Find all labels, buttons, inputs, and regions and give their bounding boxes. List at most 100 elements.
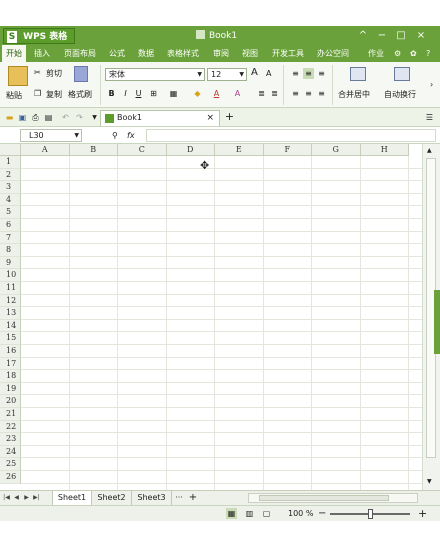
tab-book1[interactable]: Book1 × xyxy=(100,110,220,126)
row-header-19[interactable]: 19 xyxy=(0,382,21,396)
spreadsheet-grid[interactable]: A B C D E F G H 1 2 3 4 5 6 7 8 9 10 11 12 13 14 15 16 17 18 19 20 2… xyxy=(0,144,422,490)
font-color-icon[interactable]: A xyxy=(211,88,222,99)
borders-icon[interactable]: ⊞ xyxy=(148,88,159,99)
page-layout-view-icon[interactable]: ▢ xyxy=(261,508,272,519)
menu-data[interactable]: 数据 xyxy=(134,45,158,62)
menu-developer[interactable]: 开发工具 xyxy=(268,45,308,62)
save-icon[interactable]: ▣ xyxy=(17,112,28,123)
horizontal-scrollbar[interactable] xyxy=(248,493,418,503)
app-logo-button[interactable]: S WPS 表格 ▼ xyxy=(3,28,75,57)
zoom-in-button[interactable]: + xyxy=(418,507,427,520)
copy-button[interactable]: 复制 xyxy=(46,89,62,100)
grow-font-button[interactable]: A xyxy=(251,67,258,78)
merge-center-icon[interactable] xyxy=(350,67,366,81)
row-header-5[interactable]: 5 xyxy=(0,206,21,219)
help-button[interactable]: ? xyxy=(422,45,434,62)
format-painter-icon[interactable] xyxy=(74,66,88,82)
align-center-icon[interactable]: ≡ xyxy=(303,88,314,99)
column-header-g[interactable]: G xyxy=(312,144,361,156)
print-preview-icon[interactable]: ▤ xyxy=(43,112,54,123)
menu-view[interactable]: 视图 xyxy=(238,45,262,62)
bold-button[interactable]: B xyxy=(106,88,117,99)
column-header-a[interactable]: A xyxy=(21,144,70,156)
first-sheet-icon[interactable]: |◀ xyxy=(2,491,11,505)
row-header-23[interactable]: 23 xyxy=(0,433,21,446)
scissors-icon[interactable]: ✂ xyxy=(34,68,41,77)
cut-button[interactable]: 剪切 xyxy=(46,68,62,79)
horizontal-scroll-thumb[interactable] xyxy=(259,495,389,501)
column-header-b[interactable]: B xyxy=(69,144,118,156)
more-sheets-button[interactable]: ··· xyxy=(172,491,186,505)
row-header-22[interactable]: 22 xyxy=(0,420,21,434)
sheet-tab-sheet2[interactable]: Sheet2 xyxy=(92,491,132,505)
align-left-icon[interactable]: ≡ xyxy=(290,88,301,99)
row-header-10[interactable]: 10 xyxy=(0,269,21,282)
paste-icon[interactable] xyxy=(8,66,28,86)
maximize-button[interactable]: □ xyxy=(392,28,410,44)
font-size-select[interactable]: 12 ▼ xyxy=(207,68,247,81)
formula-input[interactable] xyxy=(146,129,436,142)
column-header-f[interactable]: F xyxy=(263,144,312,156)
merge-center-button[interactable]: 合并居中 xyxy=(338,89,370,100)
prev-sheet-icon[interactable]: ◀ xyxy=(12,491,21,505)
menu-office-space[interactable]: 办公空间 xyxy=(313,45,353,62)
menu-insert[interactable]: 插入 xyxy=(30,45,54,62)
row-header-24[interactable]: 24 xyxy=(0,445,21,459)
menu-table-style[interactable]: 表格样式 xyxy=(163,45,203,62)
row-header-6[interactable]: 6 xyxy=(0,219,21,232)
row-header-17[interactable]: 17 xyxy=(0,357,21,371)
sheet-tab-sheet1[interactable]: Sheet1 xyxy=(52,491,92,505)
align-top-icon[interactable]: ≡ xyxy=(290,68,301,79)
menu-user[interactable]: 作业 xyxy=(364,45,388,62)
underline-button[interactable]: U xyxy=(133,88,144,99)
row-header-7[interactable]: 7 xyxy=(0,231,21,245)
print-icon[interactable]: ⎙ xyxy=(30,112,41,123)
close-button[interactable]: × xyxy=(412,28,430,44)
zoom-slider-thumb[interactable] xyxy=(368,509,373,519)
next-sheet-icon[interactable]: ▶ xyxy=(22,491,31,505)
insert-function-button[interactable]: fx xyxy=(127,129,135,142)
row-header-15[interactable]: 15 xyxy=(0,332,21,345)
row-header-3[interactable]: 3 xyxy=(0,181,21,194)
fill-color-icon[interactable]: ◆ xyxy=(192,88,203,99)
align-right-icon[interactable]: ≡ xyxy=(316,88,327,99)
skin-icon[interactable]: ✿ xyxy=(406,45,421,62)
page-break-view-icon[interactable]: ▥ xyxy=(244,508,255,519)
scroll-down-icon[interactable]: ▼ xyxy=(427,478,432,485)
paste-button[interactable]: 粘贴 xyxy=(6,90,22,101)
row-header-2[interactable]: 2 xyxy=(0,168,21,182)
row-header-9[interactable]: 9 xyxy=(0,256,21,270)
row-header-25[interactable]: 25 xyxy=(0,458,21,471)
normal-view-icon[interactable]: ▦ xyxy=(226,508,237,519)
column-header-e[interactable]: E xyxy=(215,144,264,156)
row-header-1[interactable]: 1 xyxy=(0,156,21,169)
menu-page-layout[interactable]: 页面布局 xyxy=(60,45,100,62)
align-bottom-icon[interactable]: ≡ xyxy=(316,68,327,79)
tab-list-icon[interactable]: ☰ xyxy=(424,112,435,123)
row-header-16[interactable]: 16 xyxy=(0,345,21,358)
row-header-20[interactable]: 20 xyxy=(0,395,21,408)
row-header-8[interactable]: 8 xyxy=(0,244,21,257)
zoom-level[interactable]: 100 % xyxy=(288,509,313,518)
decrease-indent-icon[interactable]: ≣ xyxy=(256,88,267,99)
select-all-corner[interactable] xyxy=(0,144,21,156)
row-header-14[interactable]: 14 xyxy=(0,319,21,333)
increase-indent-icon[interactable]: ≣ xyxy=(269,88,280,99)
zoom-out-button[interactable]: − xyxy=(318,508,326,519)
customize-quick-access-icon[interactable]: ▼ xyxy=(89,112,100,123)
wrap-text-icon[interactable] xyxy=(394,67,410,81)
row-header-18[interactable]: 18 xyxy=(0,370,21,383)
open-folder-icon[interactable]: ▬ xyxy=(4,112,15,123)
row-header-26[interactable]: 26 xyxy=(0,471,21,484)
column-header-h[interactable]: H xyxy=(360,144,409,156)
column-header-c[interactable]: C xyxy=(118,144,167,156)
settings-icon[interactable]: ⚙ xyxy=(390,45,405,62)
font-name-select[interactable]: 宋体 ▼ xyxy=(105,68,205,81)
name-box[interactable]: L30 ▼ xyxy=(20,129,82,142)
row-header-11[interactable]: 11 xyxy=(0,282,21,295)
add-sheet-button[interactable]: + xyxy=(186,491,200,505)
shrink-font-button[interactable]: A xyxy=(266,69,271,78)
zoom-search-icon[interactable]: ⚲ xyxy=(112,129,118,142)
minimize-button[interactable]: − xyxy=(373,28,391,44)
cell-style-icon[interactable]: ▦ xyxy=(168,88,179,99)
